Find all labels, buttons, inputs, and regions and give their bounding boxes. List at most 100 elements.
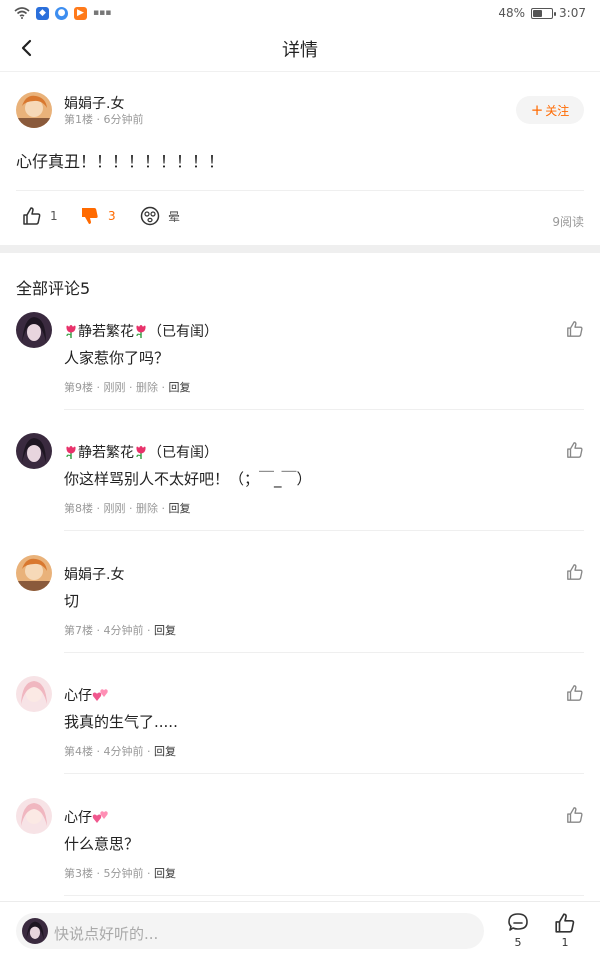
delete-button[interactable]: 删除 — [136, 381, 158, 394]
comment-text: 切 — [64, 592, 80, 610]
section-separator — [0, 245, 600, 253]
wifi-icon — [14, 7, 30, 19]
avatar[interactable] — [16, 555, 52, 591]
avatar-image — [16, 555, 52, 591]
avatar-image — [16, 312, 52, 348]
two-hearts-icon — [92, 811, 108, 823]
status-icons-left: ◆ ● ▶ ▪▪▪ — [14, 6, 112, 20]
thumbs-up-icon — [23, 207, 41, 225]
avatar[interactable] — [16, 92, 52, 128]
comment-text: 什么意思？ — [64, 835, 140, 853]
comment-meta: 第9楼 · 刚刚 · 删除 · 回复 — [64, 379, 190, 395]
thumbs-up-icon[interactable] — [566, 320, 584, 338]
reply-button[interactable]: 回复 — [168, 502, 190, 515]
post-content: 心仔真丑！！！！！！！！！ — [16, 152, 225, 171]
post-author-name[interactable]: 娟娟子.女 — [64, 93, 124, 113]
more-notifications-icon: ▪▪▪ — [93, 8, 112, 18]
post-actions: 1 3 晕 9阅读 — [0, 191, 600, 245]
comment-meta: 第8楼 · 刚刚 · 删除 · 回复 — [64, 500, 190, 516]
comment-text: 人家惹你了吗？ — [64, 349, 170, 367]
thumbs-up-icon[interactable] — [566, 806, 584, 824]
separator-dot: · — [157, 502, 169, 515]
post-dislike-button[interactable]: 3 — [80, 206, 116, 226]
comment-floor-time: 第9楼 · 刚刚 · — [64, 381, 136, 394]
back-arrow-icon — [21, 39, 32, 57]
comment-author-name: 静若繁花 — [78, 445, 134, 461]
plus-icon: + — [530, 100, 544, 119]
reply-button[interactable]: 回复 — [154, 745, 176, 758]
comment-floor-time: 第7楼 · 4分钟前 · — [64, 624, 154, 637]
divider — [64, 409, 584, 410]
reply-button[interactable]: 回复 — [168, 381, 190, 394]
comment-count: 5 — [514, 936, 522, 949]
post-dislike-count: 3 — [108, 209, 116, 223]
comments-button[interactable]: 5 — [504, 912, 532, 949]
comment-input-placeholder: 快说点好听的... — [54, 925, 159, 943]
comment-author[interactable]: 静若繁花 （已有闺） — [64, 321, 218, 341]
avatar-image — [22, 918, 48, 944]
battery-percent: 48% — [498, 6, 526, 20]
separator-dot: · — [157, 381, 169, 394]
comment-author-name: 心仔 — [64, 810, 92, 826]
emoji-label: 晕 — [168, 209, 181, 224]
comment-text: 你这样骂别人不太好吧！（；￣_￣） — [64, 470, 312, 488]
post-card: 娟娟子.女 第1楼 · 6分钟前 + 关注 心仔真丑！！！！！！！！！ 1 3 … — [0, 72, 600, 229]
reply-button[interactable]: 回复 — [154, 867, 176, 880]
thumbs-up-icon — [555, 913, 575, 933]
thumbs-up-icon[interactable] — [566, 563, 584, 581]
comment-author[interactable]: 静若繁花 （已有闺） — [64, 442, 218, 462]
tulip-icon — [136, 446, 146, 459]
comment-author-suffix: （已有闺） — [148, 324, 218, 340]
like-button[interactable]: 1 — [551, 912, 579, 949]
like-count: 1 — [561, 936, 569, 949]
app-notification-icon: ● — [55, 6, 68, 20]
comment-author-name: 心仔 — [64, 688, 92, 704]
post-author-row: 娟娟子.女 第1楼 · 6分钟前 + 关注 — [0, 72, 600, 148]
thumbs-down-icon — [82, 208, 98, 224]
post-emoji-reaction[interactable]: 晕 — [140, 206, 180, 226]
divider — [64, 895, 584, 896]
avatar — [22, 918, 48, 944]
avatar-image — [16, 433, 52, 469]
delete-button[interactable]: 删除 — [136, 502, 158, 515]
comments-title: 全部评论5 — [16, 279, 91, 298]
battery-level — [533, 9, 542, 17]
comment-author-name: 娟娟子.女 — [64, 567, 125, 583]
two-hearts-icon — [92, 689, 108, 701]
post-like-button[interactable]: 1 — [22, 206, 58, 226]
comment-author[interactable]: 娟娟子.女 — [64, 564, 124, 584]
follow-button[interactable]: + 关注 — [516, 96, 584, 124]
dizzy-face-icon — [140, 206, 160, 226]
thumbs-up-icon[interactable] — [566, 441, 584, 459]
follow-label: 关注 — [545, 103, 570, 118]
avatar[interactable] — [16, 433, 52, 469]
comment-author-name: 静若繁花 — [78, 324, 134, 340]
divider — [64, 530, 584, 531]
status-bar: ◆ ● ▶ ▪▪▪ 48% 3:07 — [0, 0, 600, 26]
clock: 3:07 — [559, 6, 586, 20]
tulip-icon — [66, 325, 76, 338]
comment-bubble-icon — [508, 913, 528, 931]
comment-meta: 第3楼 · 5分钟前 · 回复 — [64, 865, 176, 881]
back-button[interactable] — [10, 32, 42, 64]
app-notification-icon: ▶ — [74, 6, 87, 20]
avatar-image — [16, 92, 52, 128]
avatar[interactable] — [16, 676, 52, 712]
post-like-count: 1 — [50, 209, 58, 223]
thumbs-up-icon[interactable] — [566, 684, 584, 702]
page-header: 详情 — [0, 26, 600, 72]
comment-floor-time: 第4楼 · 4分钟前 · — [64, 745, 154, 758]
comment-author[interactable]: 心仔 — [64, 685, 110, 705]
avatar-image — [16, 676, 52, 712]
reply-button[interactable]: 回复 — [154, 624, 176, 637]
comment-author[interactable]: 心仔 — [64, 807, 110, 827]
divider — [64, 773, 584, 774]
avatar[interactable] — [16, 312, 52, 348]
app-notification-icon: ◆ — [36, 6, 49, 20]
read-count: 9阅读 — [552, 215, 584, 229]
tulip-icon — [136, 325, 146, 338]
divider — [64, 652, 584, 653]
comment-floor-time: 第8楼 · 刚刚 · — [64, 502, 136, 515]
comment-meta: 第4楼 · 4分钟前 · 回复 — [64, 743, 176, 759]
avatar[interactable] — [16, 798, 52, 834]
